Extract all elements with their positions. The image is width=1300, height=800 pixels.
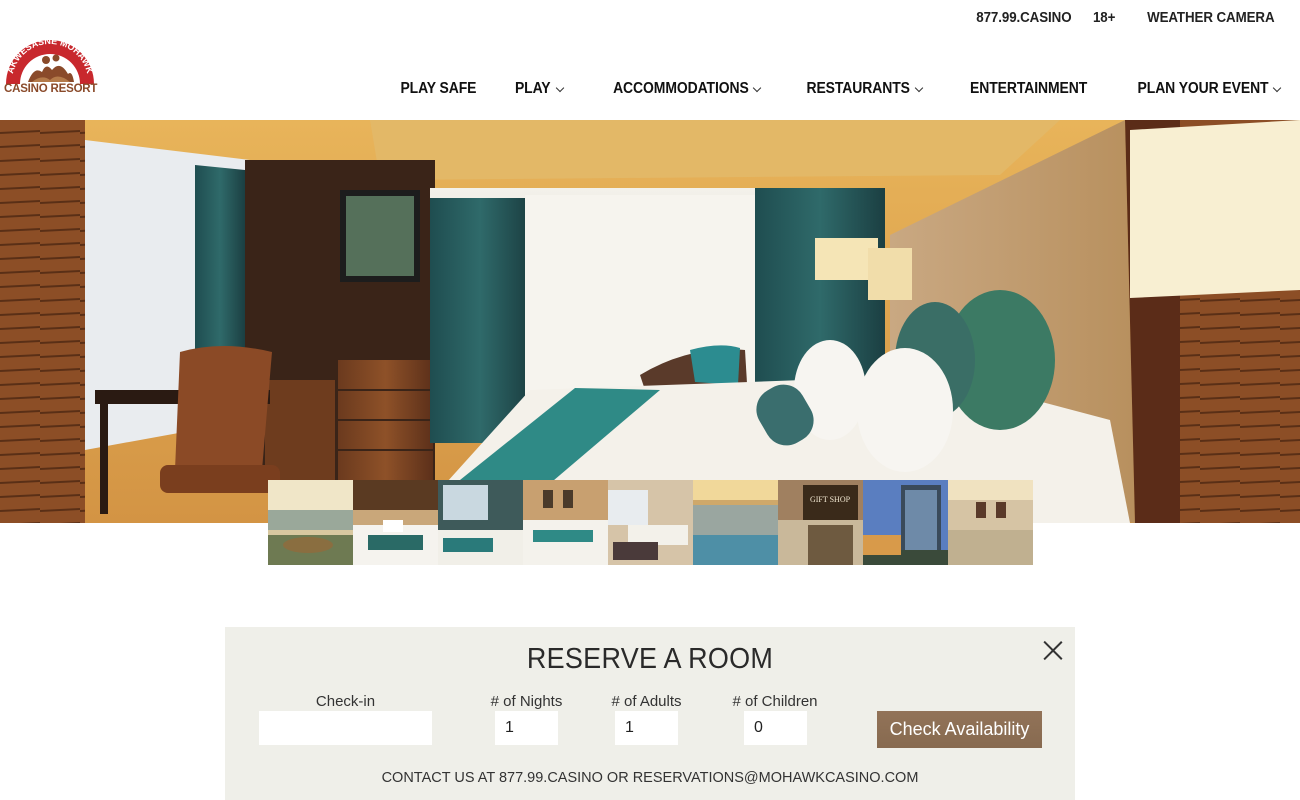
chevron-down-icon — [915, 83, 924, 92]
nav-item-restaurants[interactable]: RESTAURANTS — [795, 80, 924, 98]
nav-item-play-safe[interactable]: PLAY SAFE — [392, 80, 476, 98]
contact-info: CONTACT US AT 877.99.CASINO OR RESERVATI… — [381, 770, 919, 786]
gallery-thumbnail[interactable] — [693, 480, 778, 565]
gift-shop-sign: GIFT SHOP — [810, 495, 851, 504]
utility-bar: 877.99.CASINO 18+ WEATHER CAMERA — [968, 10, 1274, 26]
nav-item-accommodations[interactable]: ACCOMMODATIONS — [598, 80, 762, 98]
nav-item-entertainment[interactable]: ENTERTAINMENT — [957, 80, 1087, 98]
nav-item-plan-your-event[interactable]: PLAN YOUR EVENT — [1123, 80, 1282, 98]
children-label: # of Children — [732, 693, 818, 710]
site-header: AKWESASNE MOHAWK CASINO RESORT 877.99.CA… — [0, 0, 1300, 120]
nav-item-label: PLAY — [515, 80, 551, 97]
nav-item-label: ENTERTAINMENT — [970, 80, 1088, 97]
main-nav: PLAY SAFE PLAY ACCOMMODATIONS RESTAURANT… — [357, 80, 1282, 98]
gallery-thumbnail[interactable] — [948, 480, 1033, 565]
adults-label: # of Adults — [611, 693, 682, 710]
gallery-thumbnail[interactable] — [608, 480, 693, 565]
gallery-thumbnail[interactable] — [863, 480, 948, 565]
adults-input[interactable] — [615, 711, 678, 745]
nights-label: # of Nights — [490, 693, 563, 710]
checkin-label: Check-in — [315, 693, 376, 710]
nav-item-label: RESTAURANTS — [806, 80, 911, 97]
children-input[interactable] — [744, 711, 807, 745]
weather-camera-link[interactable]: WEATHER CAMERA — [1147, 10, 1275, 26]
nav-item-label: ACCOMMODATIONS — [612, 80, 749, 97]
gallery-thumbnail[interactable] — [268, 480, 353, 565]
gallery-thumbnail[interactable] — [438, 480, 523, 565]
nav-item-label: PLAY SAFE — [400, 80, 477, 97]
nav-item-play[interactable]: PLAY — [511, 80, 564, 98]
chevron-down-icon — [753, 83, 762, 92]
phone-link[interactable]: 877.99.CASINO — [976, 10, 1071, 26]
hero-image-hotel-room — [0, 120, 1300, 523]
checkin-date-input[interactable] — [259, 711, 432, 745]
chevron-down-icon — [1272, 83, 1282, 92]
nav-item-label: PLAN YOUR EVENT — [1137, 80, 1268, 97]
reserve-room-panel: RESERVE A ROOM Check-in # of Nights # of… — [225, 627, 1075, 800]
logo-wordmark: CASINO RESORT — [4, 83, 98, 95]
gallery-thumbnail[interactable] — [523, 480, 608, 565]
age-link[interactable]: 18+ — [1093, 10, 1115, 26]
gallery-thumbnail[interactable] — [353, 480, 438, 565]
close-icon[interactable] — [1043, 640, 1063, 660]
gallery-thumbnail-gift-shop[interactable]: GIFT SHOP — [778, 480, 863, 565]
nights-input[interactable] — [495, 711, 558, 745]
reserve-title: RESERVE A ROOM — [526, 643, 774, 675]
hotel-room-illustration — [0, 120, 1300, 523]
check-availability-button[interactable]: Check Availability — [877, 711, 1042, 748]
chevron-down-icon — [555, 83, 564, 92]
thumbnail-gallery: GIFT SHOP — [268, 480, 1033, 565]
